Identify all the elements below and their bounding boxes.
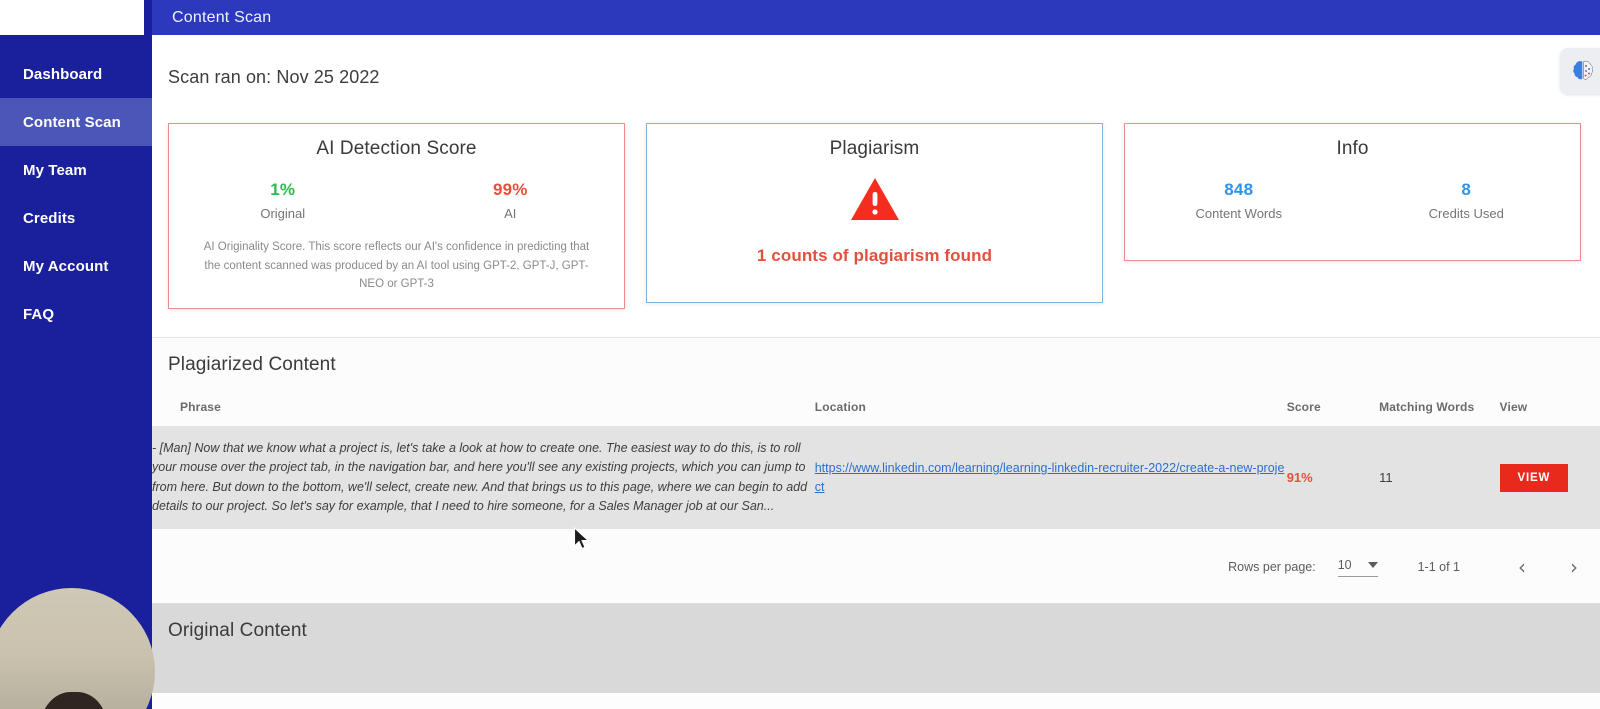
sidebar-item-label: Content Scan [23, 113, 121, 131]
plagiarized-content-table: Phrase Location Score Matching Words Vie… [152, 396, 1600, 529]
sidebar-nav: Dashboard Content Scan My Team Credits M… [0, 50, 152, 338]
rows-per-page-label: Rows per page: [1228, 560, 1316, 574]
plagiarized-content-panel: Plagiarized Content Phrase Location Scor… [152, 337, 1600, 603]
column-header-view[interactable]: View [1499, 396, 1600, 427]
sidebar-item-content-scan[interactable]: Content Scan [0, 98, 152, 146]
sidebar-item-label: Dashboard [23, 65, 103, 83]
stat-value: 99% [492, 180, 528, 199]
table-pagination: Rows per page: 10 1-1 of 1 ‹ › [1228, 557, 1600, 577]
warning-triangle-icon [850, 178, 899, 220]
page-title: Content Scan [172, 8, 272, 26]
sidebar-item-faq[interactable]: FAQ [0, 290, 152, 338]
stat-value: 1% [270, 180, 296, 199]
webcam-head [41, 691, 108, 709]
card-title: Plagiarism [829, 138, 920, 159]
view-button[interactable]: VIEW [1499, 463, 1569, 492]
cell-location: https://www.linkedin.com/learning/learni… [814, 426, 1287, 529]
stat-value: 848 [1224, 180, 1254, 199]
ai-detection-score-card: AI Detection Score 1% Original 99% AI AI… [168, 123, 625, 309]
table-header: Phrase Location Score Matching Words Vie… [152, 396, 1600, 427]
column-header-location[interactable]: Location [814, 396, 1287, 427]
stat-credits-used: 8 Credits Used [1353, 180, 1581, 221]
cell-phrase: - [Man] Now that we know what a project … [152, 426, 815, 529]
cell-score: 91% [1286, 426, 1380, 529]
stat-label: Content Words [1195, 206, 1282, 221]
table-header-row: Phrase Location Score Matching Words Vie… [152, 396, 1600, 427]
pagination-range: 1-1 of 1 [1417, 560, 1460, 574]
sidebar-item-label: FAQ [23, 305, 55, 323]
info-stats: 848 Content Words 8 Credits Used [1125, 180, 1580, 221]
previous-page-button[interactable]: ‹ [1496, 557, 1548, 577]
original-content-panel: Original Content [152, 603, 1600, 693]
stat-content-words: 848 Content Words [1125, 180, 1353, 221]
stat-label: AI [504, 206, 517, 221]
original-content-heading: Original Content [168, 620, 307, 641]
plagiarism-count-message: 1 counts of plagiarism found [756, 246, 993, 265]
stat-value: 8 [1461, 180, 1472, 199]
ai-detection-note: AI Originality Score. This score reflect… [203, 241, 590, 291]
plagiarism-card: Plagiarism 1 counts of plagiarism found [646, 123, 1103, 303]
card-title: AI Detection Score [316, 138, 477, 159]
sidebar-item-credits[interactable]: Credits [0, 194, 152, 242]
stat-original: 1% Original [169, 180, 397, 221]
next-page-button[interactable]: › [1548, 557, 1600, 577]
summary-cards: AI Detection Score 1% Original 99% AI AI… [168, 123, 1600, 309]
column-header-matching-words[interactable]: Matching Words [1379, 396, 1500, 427]
summary-section: Scan ran on: Nov 25 2022 AI Detection Sc… [152, 35, 1600, 337]
table-body: - [Man] Now that we know what a project … [152, 426, 1600, 529]
column-header-phrase[interactable]: Phrase [152, 396, 815, 427]
card-title: Info [1336, 138, 1369, 159]
rows-per-page-value: 10 [1337, 557, 1352, 572]
chevron-down-icon [1367, 561, 1378, 568]
app-root: Dashboard Content Scan My Team Credits M… [0, 0, 1600, 709]
stat-ai: 99% AI [397, 180, 625, 221]
sidebar-item-label: My Team [23, 161, 87, 179]
topbar: Content Scan [144, 0, 1600, 35]
sidebar-item-label: My Account [23, 257, 109, 275]
sidebar-item-my-team[interactable]: My Team [0, 146, 152, 194]
stat-label: Credits Used [1428, 206, 1504, 221]
plagiarism-source-link[interactable]: https://www.linkedin.com/learning/learni… [815, 461, 1285, 494]
sidebar-logo-area [0, 0, 144, 35]
sidebar-item-dashboard[interactable]: Dashboard [0, 50, 152, 98]
sidebar-item-my-account[interactable]: My Account [0, 242, 152, 290]
info-card: Info 848 Content Words 8 Credits Used [1124, 123, 1581, 261]
table-row: - [Man] Now that we know what a project … [152, 426, 1600, 529]
brain-icon[interactable] [1560, 48, 1600, 94]
sidebar-item-label: Credits [23, 209, 76, 227]
scan-date-text: Scan ran on: Nov 25 2022 [168, 67, 380, 87]
ai-detection-stats: 1% Original 99% AI [169, 180, 624, 221]
column-header-score[interactable]: Score [1286, 396, 1380, 427]
rows-per-page-select[interactable]: 10 [1337, 557, 1378, 577]
stat-label: Original [260, 206, 306, 221]
main-content: Scan ran on: Nov 25 2022 AI Detection Sc… [152, 35, 1600, 709]
plagiarized-content-heading: Plagiarized Content [168, 354, 336, 375]
cell-matching-words: 11 [1379, 426, 1500, 529]
cell-view: VIEW [1499, 426, 1600, 529]
